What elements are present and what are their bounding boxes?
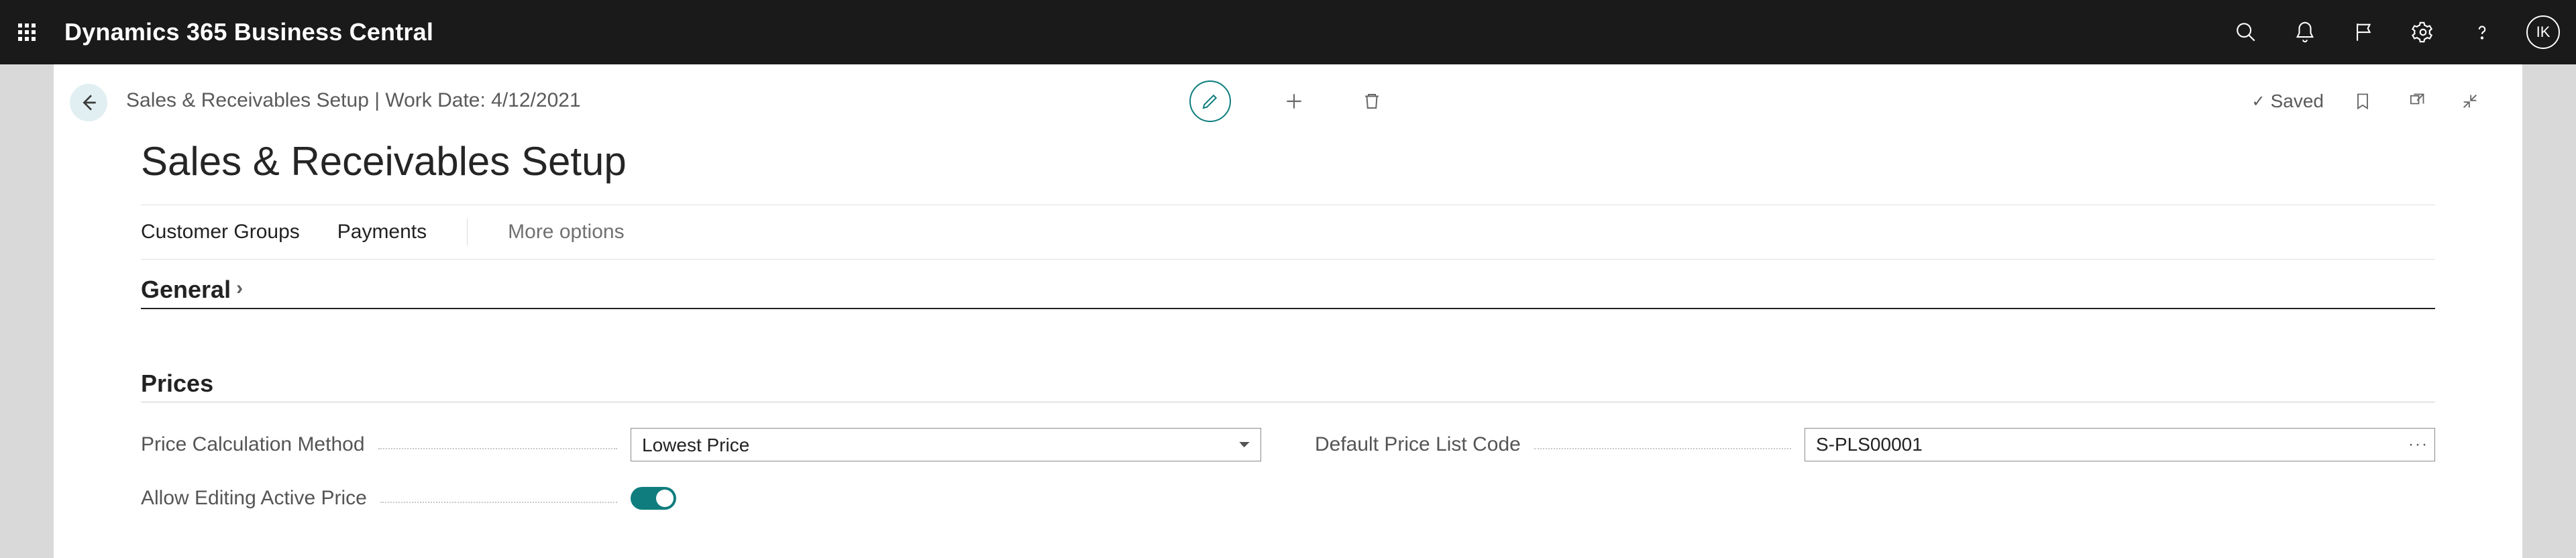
divider <box>141 259 2435 260</box>
user-initials: IK <box>2536 23 2551 41</box>
lookup-icon[interactable]: ··· <box>2408 435 2428 454</box>
label-default-price-list-code: Default Price List Code <box>1315 433 1521 456</box>
price-calc-method-select[interactable]: Lowest Price <box>631 428 1261 461</box>
section-prices[interactable]: Prices <box>141 370 2435 402</box>
dotted-leader <box>378 448 617 449</box>
section-general[interactable]: General <box>141 276 2435 309</box>
label-price-calc-method: Price Calculation Method <box>141 433 365 456</box>
delete-icon[interactable] <box>1357 87 1387 116</box>
saved-status: Saved <box>2251 91 2324 112</box>
action-customer-groups[interactable]: Customer Groups <box>141 221 300 243</box>
collapse-icon[interactable] <box>2455 87 2485 116</box>
back-button[interactable] <box>70 84 107 121</box>
search-icon[interactable] <box>2231 17 2261 47</box>
dotted-leader <box>380 502 617 503</box>
label-allow-editing-active-price: Allow Editing Active Price <box>141 487 367 510</box>
dotted-leader <box>1534 448 1791 449</box>
page-title: Sales & Receivables Setup <box>141 138 2435 184</box>
app-launcher-icon[interactable] <box>13 19 40 46</box>
allow-editing-active-price-toggle[interactable] <box>631 487 676 510</box>
user-avatar[interactable]: IK <box>2526 15 2560 49</box>
notifications-icon[interactable] <box>2290 17 2320 47</box>
flag-icon[interactable] <box>2349 17 2379 47</box>
action-separator <box>467 219 468 245</box>
help-icon[interactable] <box>2467 17 2497 47</box>
action-payments[interactable]: Payments <box>337 221 427 243</box>
open-new-window-icon[interactable] <box>2402 87 2431 116</box>
breadcrumb: Sales & Receivables Setup | Work Date: 4… <box>126 89 581 112</box>
app-title: Dynamics 365 Business Central <box>64 18 433 46</box>
bookmark-icon[interactable] <box>2348 87 2377 116</box>
settings-gear-icon[interactable] <box>2408 17 2438 47</box>
new-icon[interactable] <box>1279 87 1309 116</box>
default-price-list-code-input[interactable] <box>1805 428 2435 461</box>
edit-button[interactable] <box>1189 80 1231 122</box>
more-options[interactable]: More options <box>508 221 624 243</box>
